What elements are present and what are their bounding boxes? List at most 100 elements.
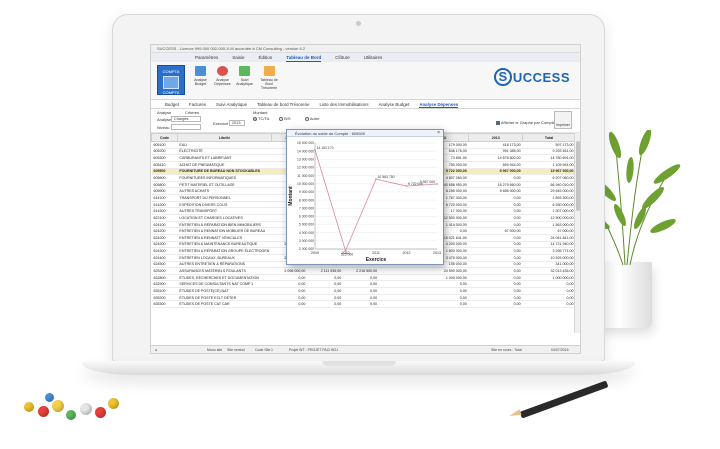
table-row[interactable]: 635300 ÉTUDES DE POSTE CAT CAR 0,00 0,00 0,0…: [151, 300, 576, 308]
show-chart-checkbox[interactable]: Afficher le Graphe par Compte: [496, 120, 555, 125]
cell-amount: 12 500 000,00: [522, 214, 576, 222]
cell-amount: 3 295 771,00: [522, 247, 576, 255]
cell-code: 605800: [151, 181, 178, 189]
cell-amount: 0,00: [468, 234, 523, 242]
menu-item-cloture[interactable]: Clôture: [335, 53, 350, 62]
montant-label: Montant: [253, 110, 268, 115]
close-icon[interactable]: ×: [437, 130, 440, 137]
cell-amount: 0,00: [468, 201, 523, 209]
suivi-analytique-button[interactable]: Suivi Analytique: [235, 66, 254, 86]
analyse-depenses-label: Analyse Dépenses: [214, 78, 231, 87]
column-header[interactable]: 2013: [468, 133, 524, 142]
chart-window[interactable]: Évolution du solde du Compte : 605500 × …: [286, 129, 444, 265]
x-tick-label: 2012: [403, 251, 411, 255]
menu-item-utilitaires[interactable]: Utilitaires: [364, 53, 383, 62]
table-scrollbar[interactable]: [574, 133, 580, 333]
cell-amount: 5 655 000,00: [468, 187, 523, 196]
table-row[interactable]: 632900 SERVICES DE CONSULTANTS NAT COMP 1…: [151, 280, 576, 289]
menu-item-edition[interactable]: Édition: [259, 53, 273, 62]
tab-factures[interactable]: Factures: [189, 100, 206, 108]
cell-amount: 0,00: [414, 294, 469, 302]
module-sublabel: COMPTA: [162, 90, 180, 95]
cell-amount: 0,00: [468, 241, 523, 249]
status-code-site: Code Site: [255, 348, 271, 352]
tab-suivi-analytique[interactable]: Suivi Analytique: [216, 100, 247, 108]
cell-code: 605500: [151, 168, 178, 176]
table-row[interactable]: 632800 ÉTUDES, RECHERCHES ET DOCUMENTATIO…: [151, 274, 576, 282]
cell-amount: 0,00: [468, 221, 523, 229]
tab-budget[interactable]: Budget: [165, 100, 179, 108]
radio-ht[interactable]: B/S: [279, 116, 291, 121]
table-row[interactable]: 625200 ASSURANCES MATÉRIELS ROULANTS 2 096…: [151, 267, 576, 275]
exercice-select[interactable]: 2013: [229, 120, 245, 126]
menu-item-tableau-de-bord[interactable]: Tableau de Bord: [286, 53, 322, 62]
cell-amount: 67 000,00: [468, 227, 523, 235]
radio-ttc[interactable]: TC/TA: [253, 116, 269, 121]
cell-amount: 1 893 300,00: [522, 194, 576, 202]
cell-amount: 0,00: [468, 254, 523, 262]
status-mono-site: Mono site: [207, 348, 223, 352]
cell-label: ENTRETIEN & RÉPARATION GROUPE ÉLECTROGEN: [177, 247, 272, 255]
cell-amount: 5 967 000,00: [468, 168, 523, 176]
cell-amount: 0,00: [468, 194, 523, 202]
analyse-budget-button[interactable]: Analyse Budget: [191, 66, 210, 86]
cell-amount: 0,00: [414, 300, 469, 308]
cell-label: CARBURANTS ET LUBRIFIANT: [177, 154, 272, 162]
cell-label: ÉLECTRICITÉ: [177, 148, 272, 156]
status-site-en-cours: Site en cours : Total: [491, 348, 522, 352]
candy-icon: [80, 403, 92, 415]
cell-amount: 16 279 660,00: [468, 181, 523, 189]
cell-label: ENTRETIEN & RÉPARATION BIEN IMMOBILIERS: [177, 221, 272, 229]
radio-other-dot: [305, 116, 309, 121]
analyse-select[interactable]: Charges: [171, 116, 201, 122]
analyse-section-label: Analyse: [157, 110, 172, 115]
tab-analyse-budget[interactable]: Analyse Budget: [379, 100, 410, 108]
candy-icon: [95, 407, 106, 418]
cell-amount: 0,00: [307, 274, 344, 282]
criteres-section-label: Critères: [185, 110, 200, 115]
radio-other[interactable]: Autre: [305, 116, 319, 121]
cell-amount: 0,00: [414, 280, 469, 289]
cell-label: FOURNITURE DE BUREAU NON STOCKABLES: [177, 168, 272, 176]
y-tick-label: 9 000 000: [299, 190, 314, 194]
checkbox-icon: [496, 120, 500, 125]
cell-amount: 0,00: [468, 261, 523, 269]
data-point: [344, 249, 347, 252]
radio-ttc-label: TC/TA: [258, 116, 270, 121]
table-row[interactable]: 635200 ÉTUDES DE POSTE ECLT DÉTER 0,00 0,00…: [151, 294, 576, 302]
tableau-tresorerie-button[interactable]: Tableau de Bord Trésorerie: [257, 66, 281, 91]
cell-amount: 0,00: [468, 280, 523, 289]
print-label: Imprimer: [556, 123, 570, 127]
cell-amount: 0,00: [307, 287, 344, 295]
scrollbar-thumb[interactable]: [576, 141, 580, 211]
table-row[interactable]: 635100 ÉTUDES DE POSTE(CE) NAT 0,00 0,00 0,0…: [151, 287, 576, 295]
tab-immobilisations[interactable]: Liste des Immobilisations: [320, 100, 369, 108]
cell-amount: 0,00: [522, 280, 576, 289]
menu-bar: Paramètres Saisie Édition Tableau de Bor…: [151, 53, 580, 62]
camera-icon: [356, 21, 361, 26]
cell-amount: 1 563 000,00: [522, 221, 576, 229]
print-button[interactable]: Imprimer: [554, 111, 572, 129]
menu-item-saisie[interactable]: Saisie: [232, 53, 244, 62]
niveau-select[interactable]: [171, 124, 201, 130]
cell-code: 635100: [151, 287, 178, 295]
tab-analyse-depenses[interactable]: Analyse Dépenses: [419, 100, 459, 108]
plant-pot: [598, 262, 652, 328]
cell-amount: 0,00: [468, 300, 523, 308]
candy-icon: [52, 400, 64, 412]
data-label: 10 563 750: [378, 175, 395, 179]
radio-ht-dot: [279, 116, 283, 121]
column-header[interactable]: Total: [522, 133, 576, 142]
column-header[interactable]: Libellé: [176, 133, 272, 142]
module-compta-button[interactable]: COMPTA COMPTA: [157, 65, 185, 95]
tab-tableau-tresorerie[interactable]: Tableau de bord Trésorerie: [257, 100, 309, 108]
analyse-depenses-button[interactable]: Analyse Dépenses: [213, 66, 232, 86]
column-header[interactable]: Code: [151, 133, 178, 142]
x-tick-label: 2013: [433, 251, 441, 255]
menu-item-parametres[interactable]: Paramètres: [195, 53, 218, 62]
cell-code: 605410: [151, 161, 178, 169]
cell-amount: 0,00: [271, 287, 308, 295]
chart-window-titlebar[interactable]: Évolution du solde du Compte : 605500 ×: [287, 130, 443, 137]
cell-label: EXPEDITION DIVERS COLIS: [177, 201, 272, 209]
cell-amount: 659 944,00: [468, 161, 523, 169]
